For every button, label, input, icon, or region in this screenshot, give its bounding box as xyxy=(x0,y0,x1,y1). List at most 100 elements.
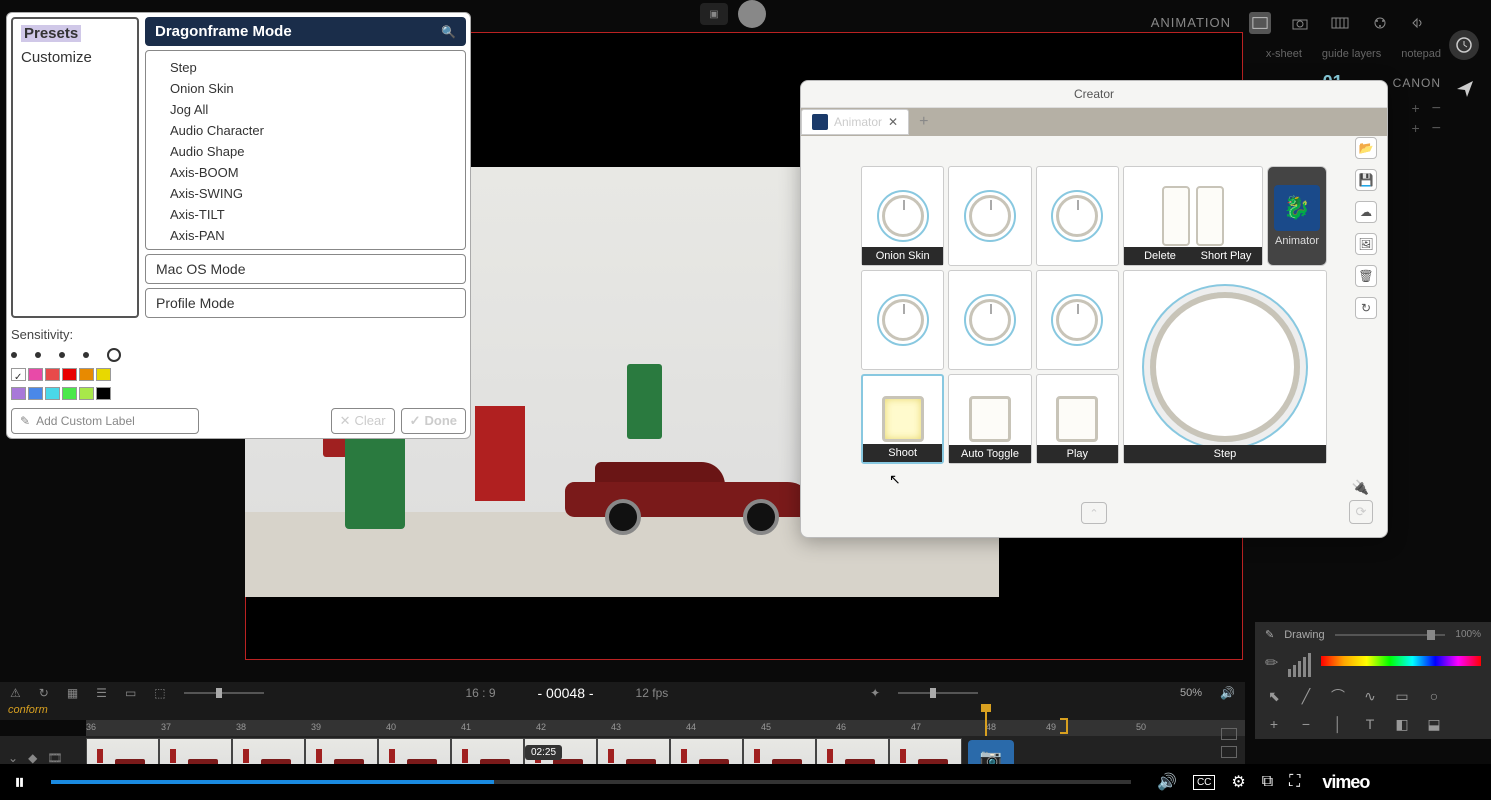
shoot-button[interactable]: Shoot xyxy=(861,374,944,464)
pause-button[interactable]: ⏸ xyxy=(14,769,25,795)
timeline-view-icon[interactable]: ▭ xyxy=(125,686,136,700)
color-swatch[interactable] xyxy=(79,387,94,400)
step-wheel[interactable]: Step xyxy=(1123,270,1327,464)
top-menu-button[interactable]: ▣ xyxy=(700,3,728,25)
mac-mode[interactable]: Mac OS Mode xyxy=(145,254,466,284)
color-swatch[interactable] xyxy=(62,368,77,381)
aspect-ratio[interactable]: 16 : 9 xyxy=(465,686,495,700)
knob-2[interactable] xyxy=(948,166,1031,266)
timeline-frame-icon[interactable]: ⬚ xyxy=(154,686,165,700)
upload-icon[interactable]: ☁ xyxy=(1355,201,1377,223)
mode-item[interactable]: Onion Skin xyxy=(146,78,465,99)
timeline-icon-1[interactable]: ⚠ xyxy=(10,686,21,700)
color-swatch[interactable] xyxy=(28,387,43,400)
clock-icon[interactable] xyxy=(1449,30,1479,60)
camera-icon[interactable] xyxy=(1289,12,1311,34)
tab-guide-layers[interactable]: guide layers xyxy=(1322,48,1381,60)
color-swatch[interactable] xyxy=(79,368,94,381)
add-button-2[interactable]: + xyxy=(1411,120,1419,138)
color-swatch[interactable] xyxy=(45,387,60,400)
remove-button-1[interactable]: − xyxy=(1432,100,1441,118)
exposure-icon[interactable]: ✦ xyxy=(870,686,880,700)
top-circle-button[interactable] xyxy=(738,0,766,28)
customize-button[interactable]: Customize xyxy=(21,49,129,66)
fill-tool-icon[interactable]: ⬓ xyxy=(1425,715,1443,733)
circle-tool-icon[interactable]: ○ xyxy=(1425,687,1443,705)
clear-button[interactable]: ✕Clear xyxy=(331,408,395,434)
mode-item[interactable]: Axis-PAN xyxy=(146,225,465,246)
knob-3[interactable] xyxy=(1036,166,1119,266)
color-swatch[interactable] xyxy=(96,368,111,381)
add-button-1[interactable]: + xyxy=(1411,100,1419,118)
animation-workspace-icon[interactable] xyxy=(1249,12,1271,34)
zoom-slider[interactable] xyxy=(898,692,978,694)
profile-mode[interactable]: Profile Mode xyxy=(145,288,466,318)
line-tool-icon[interactable]: ╱ xyxy=(1297,687,1315,705)
image-icon[interactable]: 🖼 xyxy=(1355,233,1377,255)
timeline-grid-icon[interactable]: ▦ xyxy=(67,686,78,700)
save-icon[interactable]: 💾 xyxy=(1355,169,1377,191)
volume-icon[interactable]: 🔊 xyxy=(1220,686,1235,700)
mode-item[interactable]: Jog All xyxy=(146,99,465,120)
add-tool-icon[interactable]: + xyxy=(1265,715,1283,733)
bezier-tool-icon[interactable]: ∿ xyxy=(1361,687,1379,705)
curve-tool-icon[interactable]: ⌒ xyxy=(1329,687,1347,705)
done-button[interactable]: ✓Done xyxy=(401,408,466,434)
delete-button[interactable] xyxy=(1162,186,1190,246)
color-swatch[interactable] xyxy=(11,368,26,381)
animator-button[interactable]: 🐉 Animator xyxy=(1267,166,1327,266)
dmx-icon[interactable] xyxy=(1369,12,1391,34)
knob-5[interactable] xyxy=(948,270,1031,370)
onion-skin-knob[interactable]: Onion Skin xyxy=(861,166,944,266)
progress-bar[interactable] xyxy=(51,780,1131,784)
mode-item[interactable]: Axis-TILT xyxy=(146,204,465,225)
mode-item[interactable]: Axis-TRACK xyxy=(146,246,465,250)
custom-label-input[interactable]: ✎ Add Custom Label xyxy=(11,408,199,434)
trash-icon[interactable]: 🗑 xyxy=(1355,265,1377,287)
pointer-tool-icon[interactable]: ⬉ xyxy=(1265,687,1283,705)
mode-header[interactable]: Dragonframe Mode 🔍 xyxy=(145,17,466,46)
brush-icon[interactable]: ✏ xyxy=(1265,653,1278,673)
marker-icon[interactable]: ◆ xyxy=(28,751,37,765)
send-icon[interactable] xyxy=(1451,75,1479,103)
tab-notepad[interactable]: notepad xyxy=(1401,48,1441,60)
timeline-slider-1[interactable] xyxy=(184,692,264,694)
mode-item[interactable]: Audio Shape xyxy=(146,141,465,162)
eraser-tool-icon[interactable]: ◧ xyxy=(1393,715,1411,733)
tab-xsheet[interactable]: x-sheet xyxy=(1266,48,1302,60)
color-swatch[interactable] xyxy=(96,387,111,400)
color-swatch[interactable] xyxy=(45,368,60,381)
rect-tool-icon[interactable]: ▭ xyxy=(1393,687,1411,705)
new-tab-button[interactable]: + xyxy=(919,113,928,131)
timeline-loop-icon[interactable]: ↻ xyxy=(39,686,49,700)
reload-icon[interactable]: ↻ xyxy=(1355,297,1377,319)
color-picker[interactable] xyxy=(1321,656,1481,666)
fullscreen-icon[interactable]: ⛶ xyxy=(1289,773,1300,791)
film-icon[interactable]: 🎞 xyxy=(47,751,62,765)
collapse-button[interactable]: ⌃ xyxy=(1081,502,1107,524)
mode-item[interactable]: Axis-SWING xyxy=(146,183,465,204)
open-icon[interactable]: 📂 xyxy=(1355,137,1377,159)
fps-label[interactable]: 12 fps xyxy=(636,686,669,700)
tl-r-2[interactable] xyxy=(1221,746,1237,758)
sensitivity-slider[interactable] xyxy=(11,348,466,362)
mode-item[interactable]: Step xyxy=(146,57,465,78)
knob-4[interactable] xyxy=(861,270,944,370)
chevron-down-icon[interactable]: ⌄ xyxy=(8,751,18,765)
search-icon[interactable]: 🔍 xyxy=(441,25,456,39)
color-swatch[interactable] xyxy=(62,387,77,400)
vimeo-logo[interactable]: vimeo xyxy=(1322,772,1369,793)
play-button[interactable]: Play xyxy=(1036,374,1119,464)
short-play-button[interactable] xyxy=(1196,186,1224,246)
mode-item[interactable]: Axis-BOOM xyxy=(146,162,465,183)
tl-r-1[interactable] xyxy=(1221,728,1237,740)
player-volume-icon[interactable]: 🔊 xyxy=(1157,772,1177,792)
auto-toggle-button[interactable]: Auto Toggle xyxy=(948,374,1031,464)
color-swatch[interactable] xyxy=(28,368,43,381)
vertical-tool-icon[interactable]: │ xyxy=(1329,715,1347,733)
text-tool-icon[interactable]: T xyxy=(1361,715,1379,733)
settings-icon[interactable]: ⚙ xyxy=(1231,772,1245,792)
cc-icon[interactable]: CC xyxy=(1193,775,1215,790)
remove-button-2[interactable]: − xyxy=(1432,120,1441,138)
refresh-button[interactable]: ⟳ xyxy=(1349,500,1373,524)
